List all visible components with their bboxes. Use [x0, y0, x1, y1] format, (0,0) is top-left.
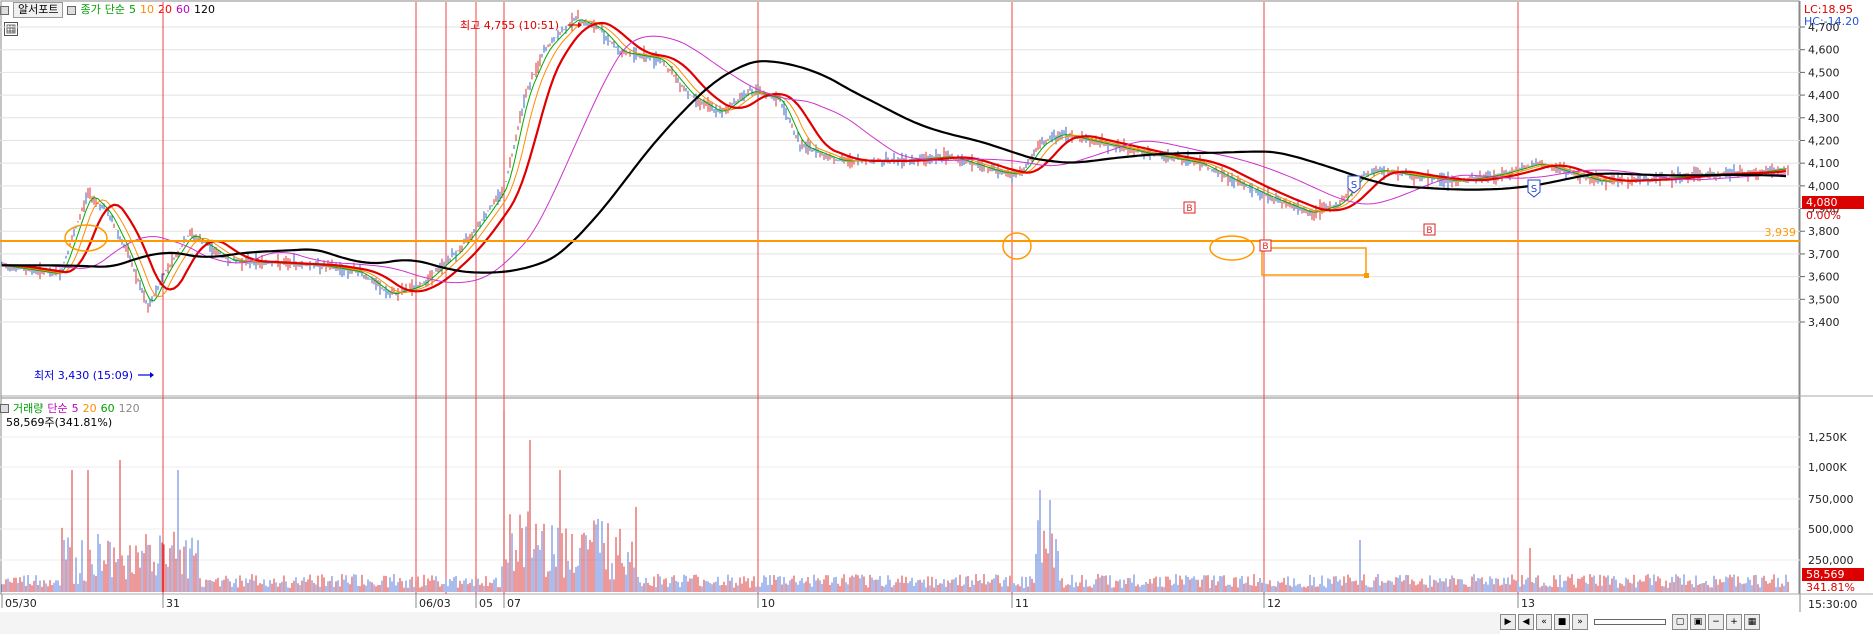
support-level-label: 3,939	[1765, 226, 1797, 239]
legend-vol-ma5[interactable]: 5	[72, 402, 79, 415]
svg-text:S: S	[1531, 184, 1537, 195]
stop-icon[interactable]: ■	[1554, 614, 1570, 630]
price-axis-label: 4,200	[1808, 134, 1840, 147]
highlight-ellipse	[1002, 232, 1032, 260]
signal-s-icon: S	[1527, 179, 1541, 198]
time-axis-label: 31	[166, 597, 180, 610]
box-handle[interactable]	[1364, 273, 1369, 278]
fast-rewind-icon[interactable]: «	[1536, 614, 1552, 630]
price-axis-label: 4,600	[1808, 44, 1840, 57]
time-axis-label: 06/03	[419, 597, 451, 610]
legend-square-icon	[0, 403, 9, 413]
chart-canvas[interactable]: S S B B B 최고 4,755 (10:51) 최저 3,430 (15:…	[0, 0, 1873, 636]
svg-text:B: B	[1186, 204, 1192, 214]
current-volume-text: 58,569	[1806, 568, 1845, 581]
volume-axis: 1,250K 1,000K 750,000 500,000 250,000	[1808, 431, 1854, 567]
price-axis: 4,7004,6004,5004,4004,3004,2004,1004,000…	[1800, 21, 1840, 329]
time-axis-label: 07	[507, 597, 521, 610]
legend-vol-ma60[interactable]: 60	[101, 402, 115, 415]
zoom-out-icon[interactable]: ▣	[1690, 614, 1706, 630]
high-annotation: 최고 4,755 (10:51)	[460, 19, 559, 32]
volume-summary: 58,569주(341.81%)	[6, 416, 113, 429]
volume-axis-label: 250,000	[1808, 554, 1854, 567]
horizontal-gridlines	[0, 26, 1800, 561]
zoom-icon[interactable]: ▢	[1672, 614, 1688, 630]
price-axis-label: 3,700	[1808, 248, 1840, 261]
svg-text:B: B	[1426, 226, 1432, 236]
legend-vol-ma120[interactable]: 120	[119, 402, 140, 415]
low-annotation: 최저 3,430 (15:09)	[34, 369, 133, 382]
rewind-icon[interactable]: ◀	[1518, 614, 1534, 630]
time-axis: 05/30 31 06/03 05 07 10 11 12 13	[1, 594, 1535, 610]
time-axis-label: 05/30	[5, 597, 37, 610]
chart-toolbar: ▶ ◀ « ■ » ▢ ▣ − + ▦	[1500, 614, 1760, 630]
signal-b-icon: B	[1259, 239, 1272, 252]
low-arrow-head-icon	[150, 372, 154, 378]
signal-b-icon: B	[1183, 201, 1196, 214]
plus-icon[interactable]: +	[1726, 614, 1742, 630]
time-axis-label: 10	[761, 597, 775, 610]
highlight-box	[1261, 247, 1367, 276]
time-axis-label: 05	[479, 597, 493, 610]
svg-text:B: B	[1262, 242, 1268, 252]
current-volume-pct-text: 341.81%	[1806, 581, 1855, 594]
fast-forward-icon[interactable]: »	[1572, 614, 1588, 630]
play-icon[interactable]: ▶	[1500, 614, 1516, 630]
current-pct-text: 0.00%	[1806, 209, 1841, 222]
time-readout: 15:30:00	[1808, 598, 1857, 611]
scroll-area[interactable]	[0, 612, 1500, 634]
hc-value: HC:-14.20	[1804, 15, 1859, 28]
volume-axis-label: 500,000	[1808, 523, 1854, 536]
zoom-slider[interactable]	[1594, 619, 1666, 625]
price-axis-label: 4,300	[1808, 112, 1840, 125]
price-axis-label: 4,400	[1808, 89, 1840, 102]
price-panel-frame	[0, 0, 1800, 399]
price-axis-label: 3,600	[1808, 271, 1840, 284]
price-axis-label: 3,500	[1808, 293, 1840, 306]
price-axis-label: 3,400	[1808, 316, 1840, 329]
vertical-day-lines	[162, 2, 1519, 594]
time-axis-label: 12	[1267, 597, 1281, 610]
price-axis-label: 4,100	[1808, 157, 1840, 170]
minus-icon[interactable]: −	[1708, 614, 1724, 630]
price-axis-label: 4,000	[1808, 180, 1840, 193]
settings-icon[interactable]: ▦	[1744, 614, 1760, 630]
volume-panel-frame	[0, 397, 1800, 595]
volume-axis-label: 1,000K	[1808, 461, 1847, 474]
svg-text:S: S	[1351, 180, 1357, 191]
time-axis-label: 13	[1521, 597, 1535, 610]
price-axis-label: 3,800	[1808, 225, 1840, 238]
legend-vol-ma20[interactable]: 20	[83, 402, 97, 415]
current-price-text: 4,080	[1806, 196, 1838, 209]
highlight-ellipse	[1209, 235, 1255, 261]
time-axis-label: 11	[1015, 597, 1029, 610]
volume-axis-label: 750,000	[1808, 493, 1854, 506]
signal-b-icon: B	[1423, 223, 1436, 236]
volume-axis-label: 1,250K	[1808, 431, 1847, 444]
price-axis-label: 4,500	[1808, 66, 1840, 79]
stock-chart-window: 알서포트 종가 단순 5 10 20 60 120 S S B B B 최고 4…	[0, 0, 1873, 636]
